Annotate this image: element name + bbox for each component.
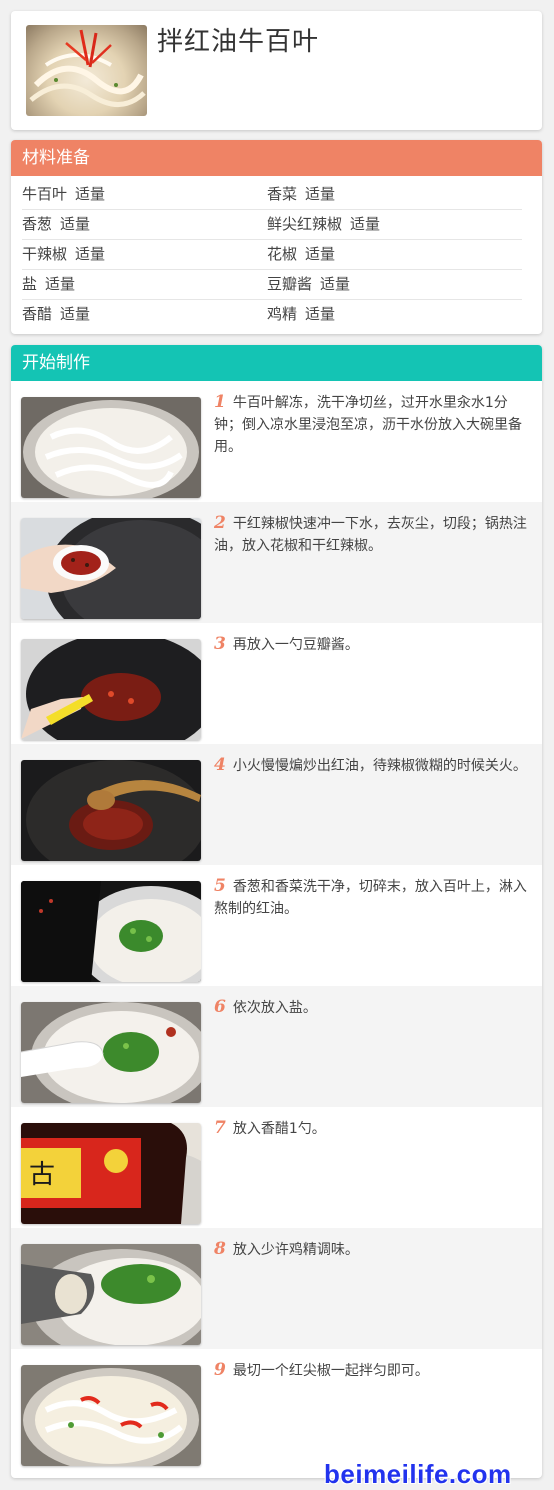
step-photo-image[interactable]	[21, 397, 201, 498]
ingredient-item: 豆瓣酱 适量	[267, 270, 512, 299]
step-item: 4 小火慢慢煸炒出红油，待辣椒微糊的时候关火。	[11, 744, 542, 865]
step-number: 6	[214, 997, 226, 1017]
step-item: 3 再放入一勺豆瓣酱。	[11, 623, 542, 744]
step-description: 牛百叶解冻，洗干净切丝，过开水里汆水1分钟；倒入凉水里浸泡至凉，沥干水份放入大碗…	[214, 395, 522, 455]
ingredients-section-header: 材料准备	[11, 140, 542, 176]
ingredient-row: 盐适量 豆瓣酱 适量	[22, 270, 522, 300]
ingredient-amount: 适量	[305, 305, 336, 323]
recipe-thumbnail-image[interactable]	[26, 25, 147, 116]
step-text: 2 干红辣椒快速冲一下水，去灰尘，切段；锅热注油，放入花椒和干红辣椒。	[214, 512, 532, 557]
step-photo-image[interactable]	[21, 1244, 201, 1345]
step-number: 2	[214, 513, 226, 533]
ingredient-row: 香醋 适量 鸡精 适量	[22, 300, 522, 329]
ingredients-card: 材料准备 牛百叶 适量 香菜 适量 香葱 适量 鲜尖红辣椒 适量 干辣椒 适量 花椒 适量盐适量 豆瓣酱…	[11, 140, 542, 334]
step-photo-image[interactable]	[21, 518, 201, 619]
svg-text:古: 古	[29, 1160, 55, 1190]
step-text: 8 放入少许鸡精调味。	[214, 1238, 532, 1261]
step-number: 7	[214, 1118, 226, 1138]
step-number: 1	[214, 392, 226, 412]
step-description: 干红辣椒快速冲一下水，去灰尘，切段；锅热注油，放入花椒和干红辣椒。	[214, 516, 527, 554]
ingredient-amount: 适量	[305, 185, 336, 203]
ingredient-item: 鲜尖红辣椒 适量	[267, 210, 512, 239]
ingredient-name: 花椒	[267, 245, 298, 263]
ingredient-item: 花椒 适量	[267, 240, 512, 269]
step-number: 9	[214, 1360, 226, 1380]
ingredient-name: 鸡精	[267, 305, 298, 323]
step-item: 6 依次放入盐。	[11, 986, 542, 1107]
step-description: 依次放入盐。	[232, 1000, 317, 1016]
ingredient-item: 盐适量	[22, 270, 267, 299]
ingredient-amount: 适量	[75, 185, 106, 203]
step-description: 香葱和香菜洗干净，切碎末，放入百叶上，淋入熬制的红油。	[214, 879, 527, 917]
ingredient-item: 鸡精 适量	[267, 300, 512, 329]
step-photo-image[interactable]	[21, 1002, 201, 1103]
step-text: 6 依次放入盐。	[214, 996, 532, 1019]
ingredient-amount: 适量	[305, 245, 336, 263]
steps-section-header: 开始制作	[11, 345, 542, 381]
ingredient-name: 香醋	[22, 305, 53, 323]
step-photo-image[interactable]	[21, 639, 201, 740]
ingredient-name: 牛百叶	[22, 185, 68, 203]
step-number: 5	[214, 876, 226, 896]
ingredient-item: 香醋 适量	[22, 300, 267, 329]
step-description: 放入少许鸡精调味。	[232, 1242, 359, 1258]
ingredient-name: 干辣椒	[22, 245, 68, 263]
ingredient-item: 牛百叶 适量	[22, 180, 267, 209]
step-item: 8 放入少许鸡精调味。	[11, 1228, 542, 1349]
step-photo-image[interactable]	[21, 1365, 201, 1466]
step-text: 3 再放入一勺豆瓣酱。	[214, 633, 532, 656]
step-text: 4 小火慢慢煸炒出红油，待辣椒微糊的时候关火。	[214, 754, 532, 777]
recipe-header-card: 拌红油牛百叶	[11, 11, 542, 130]
ingredient-name: 香菜	[267, 185, 298, 203]
ingredient-name: 香葱	[22, 215, 53, 233]
step-text: 5 香葱和香菜洗干净，切碎末，放入百叶上，淋入熬制的红油。	[214, 875, 532, 920]
ingredient-amount: 适量	[75, 245, 106, 263]
ingredient-row: 牛百叶 适量 香菜 适量	[22, 180, 522, 210]
step-number: 8	[214, 1239, 226, 1259]
ingredient-item: 香葱 适量	[22, 210, 267, 239]
recipe-title: 拌红油牛百叶	[157, 27, 320, 57]
step-text: 9 最切一个红尖椒一起拌匀即可。	[214, 1359, 532, 1382]
ingredient-row: 香葱 适量 鲜尖红辣椒 适量	[22, 210, 522, 240]
ingredient-amount: 适量	[60, 215, 91, 233]
step-item: 2 干红辣椒快速冲一下水，去灰尘，切段；锅热注油，放入花椒和干红辣椒。	[11, 502, 542, 623]
step-text: 1 牛百叶解冻，洗干净切丝，过开水里汆水1分钟；倒入凉水里浸泡至凉，沥干水份放入大…	[214, 391, 532, 458]
site-watermark: beimeilife.com	[324, 1459, 512, 1489]
ingredient-amount: 适量	[350, 215, 381, 233]
ingredient-name: 盐	[22, 275, 38, 293]
ingredient-name: 豆瓣酱	[267, 275, 313, 293]
ingredient-item: 干辣椒 适量	[22, 240, 267, 269]
step-text: 7 放入香醋1勺。	[214, 1117, 532, 1140]
step-photo-image[interactable]: 古	[21, 1123, 201, 1224]
steps-card: 开始制作 1 牛百叶解冻，洗干净切丝，过开水里汆水1分钟；倒入凉水里浸泡至凉，沥干…	[11, 345, 542, 1478]
ingredient-item: 香菜 适量	[267, 180, 512, 209]
ingredient-amount: 适量	[320, 275, 351, 293]
step-photo-image[interactable]	[21, 760, 201, 861]
step-description: 再放入一勺豆瓣酱。	[232, 637, 359, 653]
ingredients-list: 牛百叶 适量 香菜 适量 香葱 适量 鲜尖红辣椒 适量 干辣椒 适量 花椒 适量盐适量 豆瓣酱 适量 香醋适…	[22, 180, 522, 329]
step-item: 1 牛百叶解冻，洗干净切丝，过开水里汆水1分钟；倒入凉水里浸泡至凉，沥干水份放入大…	[11, 381, 542, 502]
step-photo-image[interactable]	[21, 881, 201, 982]
step-item: 5 香葱和香菜洗干净，切碎末，放入百叶上，淋入熬制的红油。	[11, 865, 542, 986]
step-item: 9 最切一个红尖椒一起拌匀即可。	[11, 1349, 542, 1470]
step-description: 小火慢慢煸炒出红油，待辣椒微糊的时候关火。	[232, 758, 527, 774]
ingredient-amount: 适量	[45, 275, 76, 293]
ingredient-amount: 适量	[60, 305, 91, 323]
step-description: 最切一个红尖椒一起拌匀即可。	[232, 1363, 429, 1379]
step-item: 古 7 放入香醋1勺。	[11, 1107, 542, 1228]
step-number: 4	[214, 755, 226, 775]
ingredient-name: 鲜尖红辣椒	[267, 215, 343, 233]
ingredient-row: 干辣椒 适量 花椒 适量	[22, 240, 522, 270]
step-number: 3	[214, 634, 226, 654]
step-description: 放入香醋1勺。	[232, 1121, 326, 1137]
